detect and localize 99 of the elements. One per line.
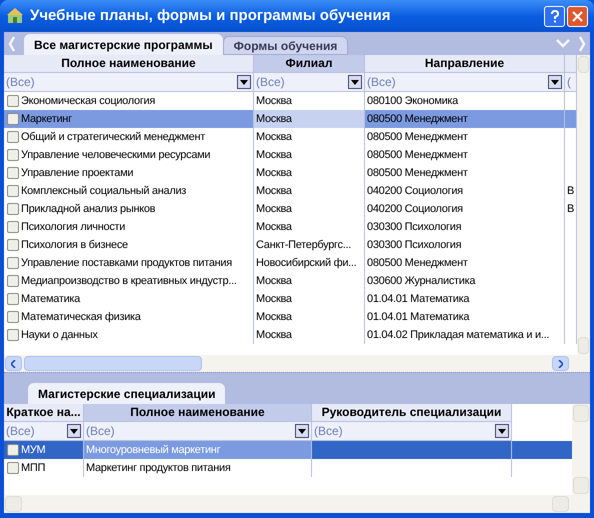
table-cell: 080500 Менеджмент <box>365 146 565 164</box>
column-header[interactable]: Краткое на... <box>4 404 84 422</box>
cell-text: Общий и стратегический менеджмент <box>20 130 205 145</box>
caret-icon <box>551 80 559 84</box>
tab[interactable]: Все магистерские программы <box>24 34 223 55</box>
scrollbar-thumb[interactable] <box>24 356 202 371</box>
table-cell: Санкт-Петербургс... <box>254 236 365 254</box>
table-cell: В <box>565 200 577 218</box>
table-cell: 080500 Менеджмент <box>365 110 565 128</box>
table-cell: 01.04.01 Математика <box>365 308 565 326</box>
cell-text: Управление поставками продуктов питания <box>20 256 232 271</box>
help-icon <box>550 10 560 22</box>
cell-text: Медиапроизводство в креативных индустр... <box>20 274 237 289</box>
table-cell: Москва <box>254 200 365 218</box>
table-cell <box>512 441 572 459</box>
table-cell: 030600 Журналистика <box>365 272 565 290</box>
checkbox[interactable] <box>7 149 19 161</box>
checkbox[interactable] <box>7 185 19 197</box>
tab[interactable]: Формы обучения <box>222 36 348 55</box>
cell-text: Науки о данных <box>20 328 98 343</box>
tab[interactable]: Магистерские специализации <box>28 383 226 404</box>
window-title: Учебные планы, формы и программы обучения <box>30 6 390 26</box>
checkbox[interactable] <box>7 239 19 251</box>
cell-text: Комплексный социальный анализ <box>20 184 186 199</box>
cell-text: Маркетинг <box>20 112 72 127</box>
cell-text: Математическая физика <box>20 310 141 325</box>
cell-text: Математика <box>20 292 80 307</box>
table-cell: 080100 Экономика <box>365 92 565 110</box>
checkbox[interactable] <box>7 311 19 323</box>
table-cell: Москва <box>254 182 365 200</box>
close-icon <box>572 10 583 22</box>
checkbox[interactable] <box>7 95 19 107</box>
table-cell: 080500 Менеджмент <box>365 128 565 146</box>
close-button[interactable] <box>567 6 588 26</box>
chevron-down-icon[interactable] <box>556 39 570 48</box>
checkbox[interactable] <box>7 293 19 305</box>
caret-icon <box>498 428 506 434</box>
table-cell: Москва <box>254 92 365 110</box>
table-cell: 030300 Психология <box>365 218 565 236</box>
cell-text: Управление проектами <box>20 166 134 181</box>
dropdown-button[interactable] <box>67 424 81 438</box>
table-cell: 030300 Психология <box>365 236 565 254</box>
table-cell: Многоуровневый маркетинг <box>84 441 312 459</box>
help-button[interactable] <box>544 6 565 26</box>
cell-text: МУМ <box>20 442 46 458</box>
dropdown-button[interactable] <box>548 75 562 89</box>
scroll-right-button[interactable] <box>552 356 569 371</box>
dropdown-button[interactable] <box>237 75 251 89</box>
table-cell: 080500 Менеджмент <box>365 164 565 182</box>
cell-text: Экономическая социология <box>20 94 156 109</box>
checkbox[interactable] <box>7 167 19 179</box>
table-cell: Москва <box>254 308 365 326</box>
checkbox[interactable] <box>7 203 19 215</box>
caret-icon <box>240 80 248 84</box>
checkbox[interactable] <box>7 275 19 287</box>
table-cell: Маркетинг продуктов питания <box>84 459 312 477</box>
cell-text: Психология в бизнесе <box>20 238 128 253</box>
cell-text: МПП <box>20 460 46 476</box>
column-header[interactable]: Филиал <box>254 55 365 73</box>
table-cell: Новосибирский фи... <box>254 254 365 272</box>
app-icon <box>6 7 24 25</box>
table-cell: 080500 Менеджмент <box>365 254 565 272</box>
column-header[interactable]: Полное наименование <box>84 404 312 422</box>
table-cell <box>565 110 577 128</box>
checkbox[interactable] <box>7 221 19 233</box>
column-header[interactable]: Полное наименование <box>4 55 254 73</box>
scroll-left-icon[interactable] <box>8 36 16 52</box>
cell-text: Управление человеческими ресурсами <box>20 148 210 163</box>
checkbox[interactable] <box>7 131 19 143</box>
caret-icon <box>298 428 306 434</box>
checkbox[interactable] <box>7 329 19 341</box>
table-cell: Москва <box>254 110 365 128</box>
table-cell: Москва <box>254 128 365 146</box>
table-cell: Москва <box>254 164 365 182</box>
checkbox[interactable] <box>7 113 19 125</box>
caret-icon <box>351 80 359 84</box>
table-cell: В <box>565 182 577 200</box>
table-cell: 01.04.01 Математика <box>365 290 565 308</box>
table-cell: Москва <box>254 218 365 236</box>
checkbox[interactable] <box>7 257 19 269</box>
table-cell: 040200 Социология <box>365 200 565 218</box>
scroll-right-icon[interactable] <box>578 36 586 52</box>
column-header[interactable]: Руководитель специализации <box>312 404 512 422</box>
dropdown-button[interactable] <box>348 75 362 89</box>
checkbox[interactable] <box>7 444 19 456</box>
dropdown-button[interactable] <box>495 424 509 438</box>
table-cell: Москва <box>254 146 365 164</box>
table-cell: Москва <box>254 272 365 290</box>
dropdown-button[interactable] <box>295 424 309 438</box>
checkbox[interactable] <box>7 462 19 474</box>
caret-icon <box>70 428 78 434</box>
table-cell: 040200 Социология <box>365 182 565 200</box>
scroll-left-button[interactable] <box>5 356 22 371</box>
cell-text: Прикладной анализ рынков <box>20 202 156 217</box>
column-header[interactable]: Направление <box>365 55 565 73</box>
cell-text: Психология личности <box>20 220 126 235</box>
table-cell: 01.04.02 Прикладая математика и и... <box>365 326 565 344</box>
table-cell: Москва <box>254 326 365 344</box>
table-cell: Москва <box>254 290 365 308</box>
